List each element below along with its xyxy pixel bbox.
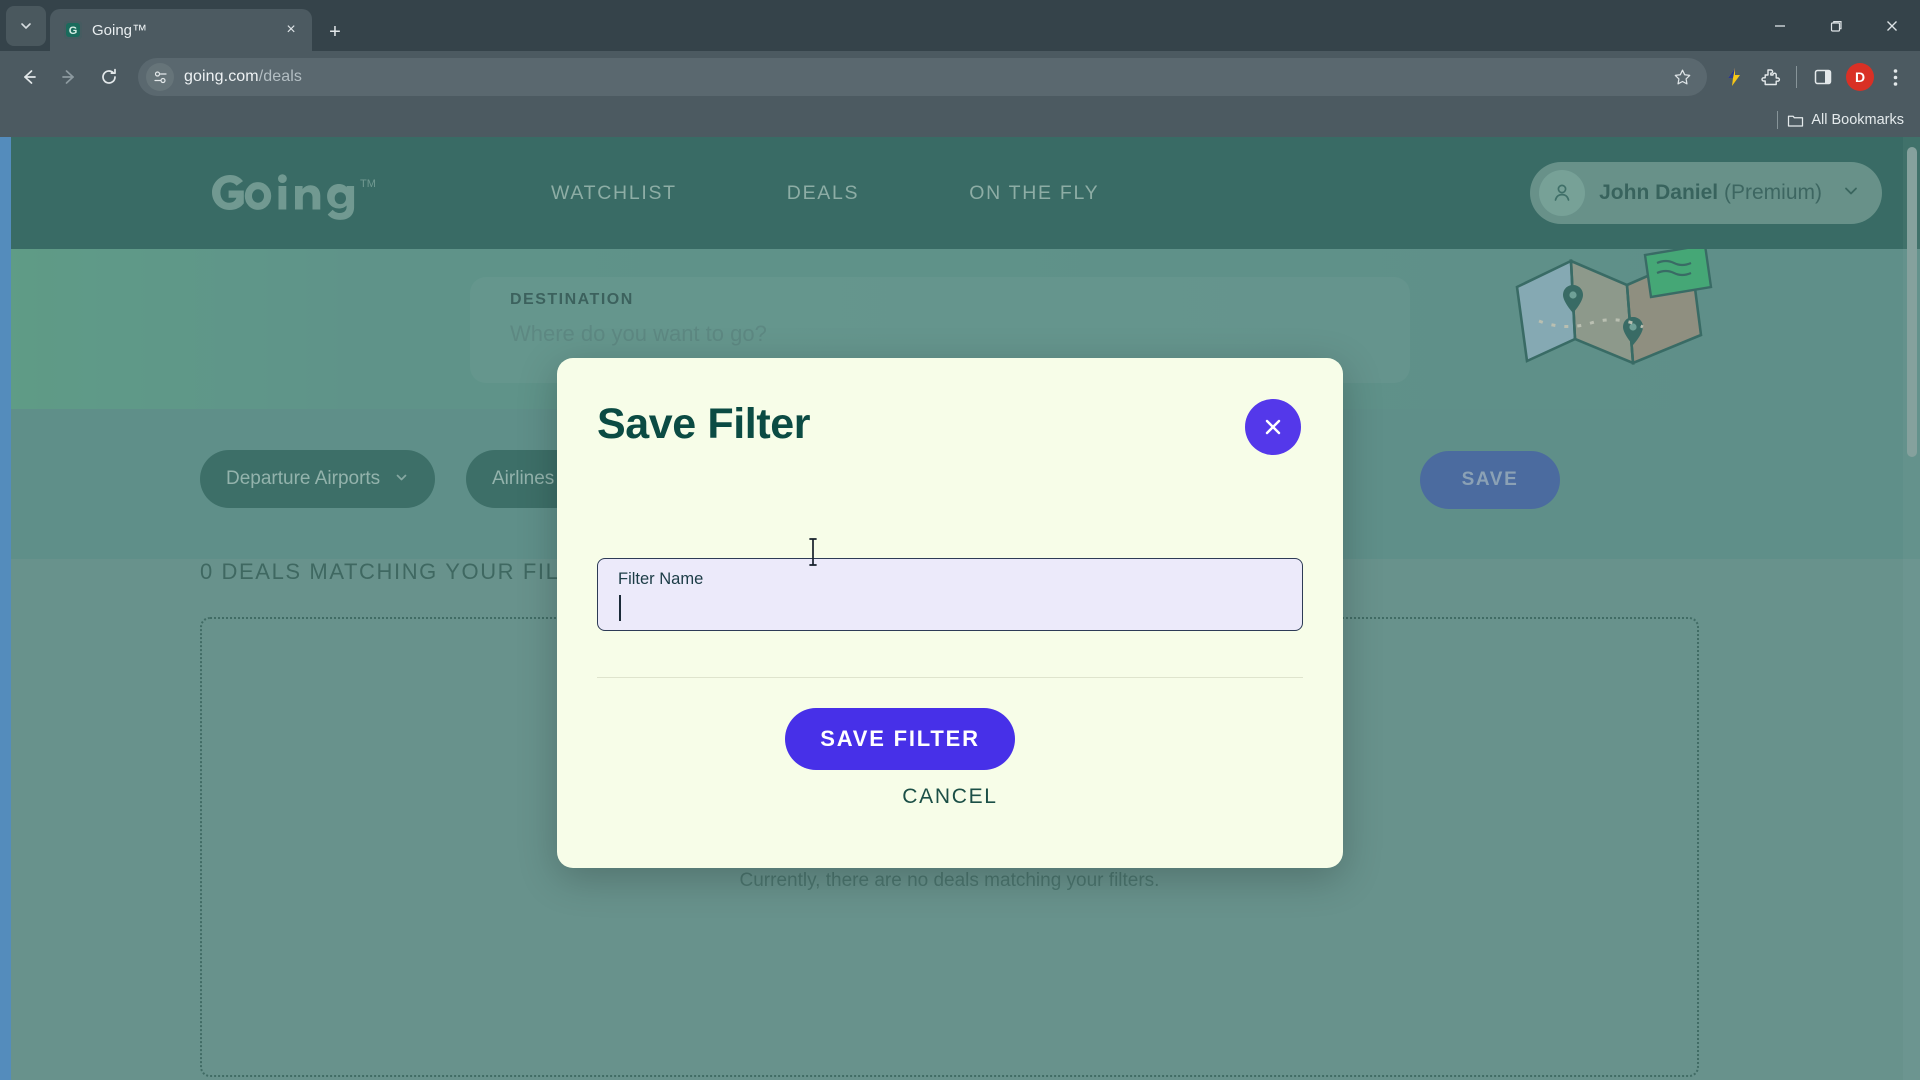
modal-cancel-button[interactable]: CANCEL: [557, 785, 1343, 809]
url-domain: going.com: [184, 68, 259, 85]
modal-title: Save Filter: [597, 400, 811, 448]
tab-search-button[interactable]: [6, 6, 46, 46]
site-settings-icon[interactable]: [146, 63, 174, 91]
minimize-button[interactable]: [1752, 0, 1808, 51]
filter-name-label: Filter Name: [618, 570, 704, 588]
all-bookmarks-label: All Bookmarks: [1811, 112, 1904, 128]
browser-menu-icon[interactable]: [1880, 60, 1910, 94]
browser-tab[interactable]: G Going™ ×: [50, 9, 312, 51]
profile-avatar[interactable]: D: [1846, 63, 1874, 91]
mouse-text-cursor: [806, 537, 820, 567]
text-caret: [619, 595, 621, 621]
bookmarks-divider: [1777, 111, 1779, 129]
reload-button[interactable]: [90, 58, 128, 96]
side-panel-icon[interactable]: [1806, 60, 1840, 94]
tab-strip: G Going™ × +: [0, 0, 1920, 51]
close-modal-button[interactable]: [1245, 399, 1301, 455]
reload-icon: [102, 68, 116, 84]
minimize-icon: [1775, 24, 1785, 27]
lightning-extension-icon[interactable]: [1717, 60, 1751, 94]
toolbar-divider: [1796, 66, 1797, 88]
new-tab-button[interactable]: +: [322, 19, 348, 45]
restore-icon: [1830, 20, 1842, 32]
tab-favicon: G: [64, 21, 82, 39]
page-content: TM WATCHLIST DEALS ON THE FLY John Danie…: [0, 137, 1920, 1080]
browser-toolbar: going.com/deals D: [0, 51, 1920, 103]
filter-name-field[interactable]: Filter Name: [597, 558, 1303, 631]
arrow-left-icon: [24, 70, 36, 84]
maximize-button[interactable]: [1808, 0, 1864, 51]
bookmarks-bar: All Bookmarks: [0, 103, 1920, 137]
browser-window: G Going™ × + going.com/deals D All Bookm…: [0, 0, 1920, 1080]
save-filter-modal: Save Filter Filter Name SAVE FILTER CANC…: [557, 358, 1343, 868]
url-text: going.com/deals: [184, 68, 1657, 86]
close-icon: [1265, 419, 1281, 435]
forward-button[interactable]: [50, 58, 88, 96]
extensions-puzzle-icon[interactable]: [1753, 60, 1787, 94]
url-path: /deals: [258, 68, 303, 85]
folder-icon: [1788, 115, 1804, 127]
window-controls: [1752, 0, 1920, 51]
arrow-right-icon: [62, 70, 74, 84]
modal-divider: [597, 677, 1303, 678]
tab-title: Going™: [92, 21, 148, 39]
close-window-button[interactable]: [1864, 0, 1920, 51]
bookmark-star-icon[interactable]: [1667, 62, 1697, 92]
close-icon: [1887, 20, 1897, 31]
back-button[interactable]: [10, 58, 48, 96]
modal-save-filter-button[interactable]: SAVE FILTER: [785, 708, 1015, 770]
address-bar[interactable]: going.com/deals: [138, 58, 1707, 96]
chevron-down-icon: [21, 23, 31, 30]
svg-text:G: G: [69, 25, 78, 37]
all-bookmarks-button[interactable]: All Bookmarks: [1787, 112, 1904, 129]
close-tab-icon[interactable]: ×: [278, 17, 304, 43]
